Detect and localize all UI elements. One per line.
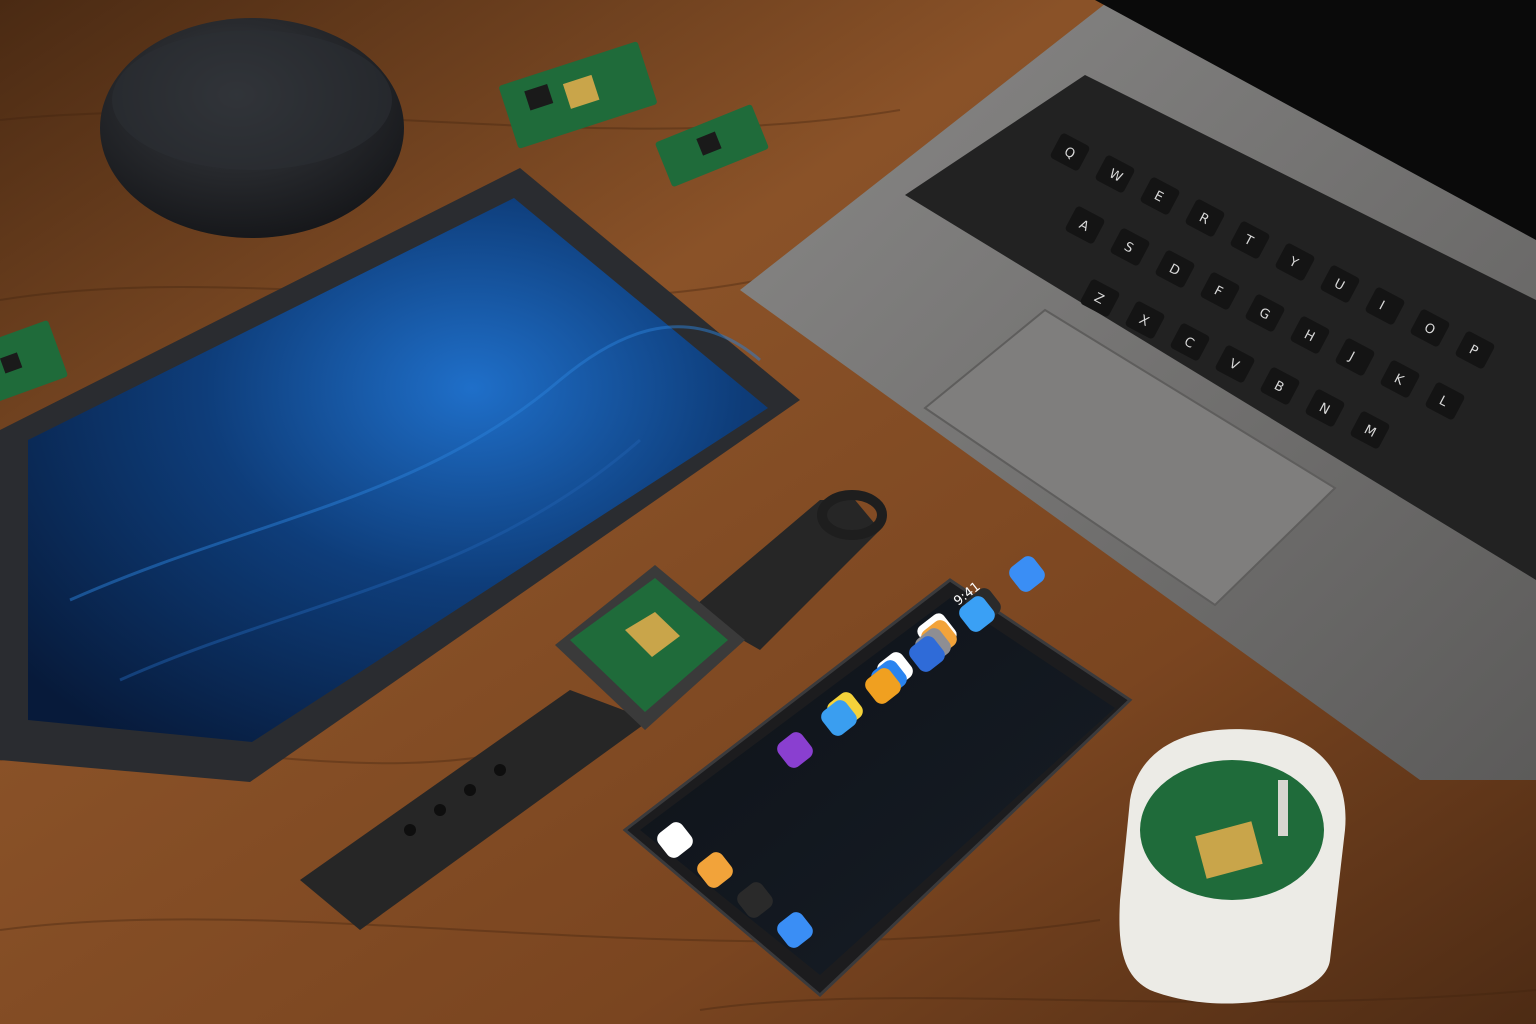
desk-scene: QWERTYUIOP ASDFGHJKL ZXCVBNM 9:41 10 bbox=[0, 0, 1536, 1024]
smart-speaker bbox=[100, 18, 404, 238]
charger-block bbox=[1119, 729, 1346, 1004]
